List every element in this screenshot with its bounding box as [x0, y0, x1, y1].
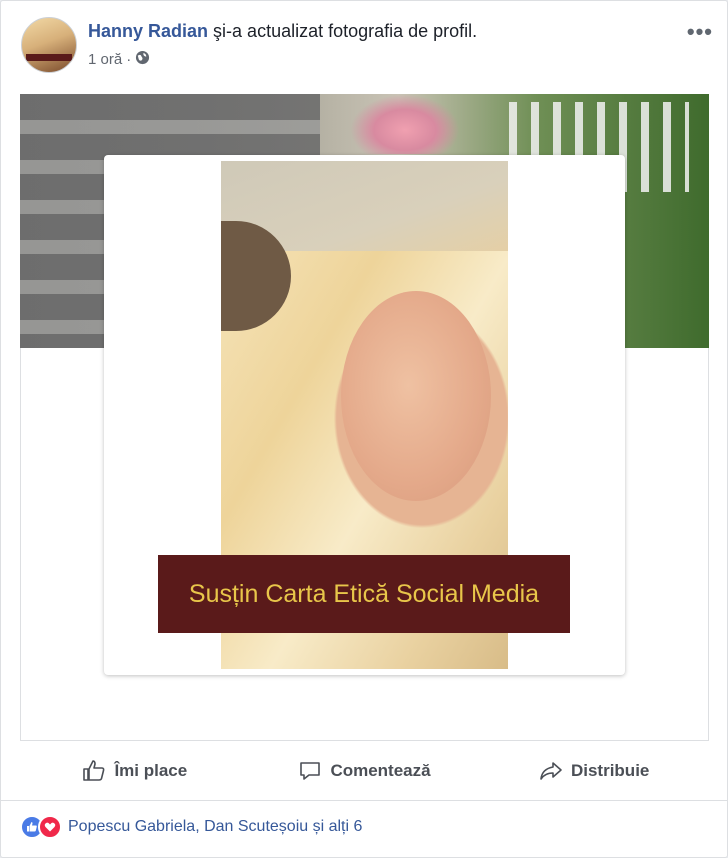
photo-face: [341, 291, 491, 501]
meta-separator: ·: [126, 51, 132, 68]
post-timestamp[interactable]: 1 oră: [88, 51, 122, 68]
comment-icon: [300, 762, 321, 780]
actions-divider: [1, 800, 727, 801]
post-meta: 1 oră ·: [88, 50, 150, 69]
globe-icon[interactable]: [135, 50, 150, 69]
reactions-summary[interactable]: Popescu Gabriela, Dan Scuteșoiu și alți …: [20, 815, 362, 839]
comment-button[interactable]: Comentează: [250, 742, 480, 800]
post-action-text: şi-a actualizat fotografia de profil.: [213, 21, 478, 41]
author-avatar[interactable]: [21, 17, 77, 73]
banner-text: Susțin Carta Etică Social Media: [188, 579, 540, 608]
profile-frame-banner: Susțin Carta Etică Social Media: [158, 555, 570, 633]
like-button[interactable]: Îmi place: [20, 742, 250, 800]
share-button[interactable]: Distribuie: [479, 742, 709, 800]
thumbs-up-icon: [83, 760, 105, 781]
cover-subject: [350, 94, 460, 154]
reactions-names[interactable]: Popescu Gabriela, Dan Scuteșoiu și alți …: [68, 818, 362, 836]
avatar-banner: [26, 54, 72, 61]
post-card: Hanny Radian şi-a actualizat fotografia …: [0, 0, 728, 858]
author-name-link[interactable]: Hanny Radian: [88, 21, 208, 41]
like-label: Îmi place: [114, 761, 188, 780]
post-actions: Îmi place Comentează Distribuie: [20, 742, 709, 800]
post-headline: Hanny Radian şi-a actualizat fotografia …: [88, 21, 477, 42]
comment-label: Comentează: [330, 761, 431, 780]
post-header: Hanny Radian şi-a actualizat fotografia …: [21, 17, 713, 79]
love-reaction-icon: [38, 815, 62, 839]
more-options-button[interactable]: •••: [687, 19, 713, 45]
share-icon: [540, 762, 562, 780]
share-label: Distribuie: [570, 761, 650, 780]
